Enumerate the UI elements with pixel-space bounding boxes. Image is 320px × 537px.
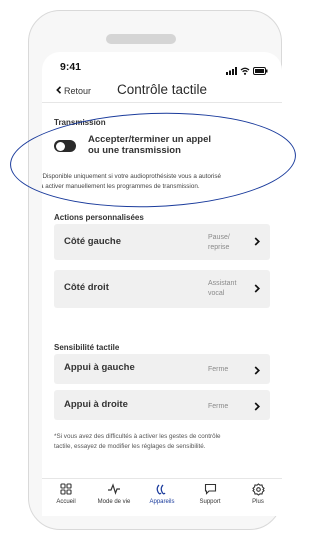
transmission-toggle[interactable]	[54, 140, 76, 152]
transmission-note: *Disponible uniquement si votre audiopro…	[42, 172, 282, 192]
right-side-value: Assistant vocal	[208, 279, 236, 299]
left-side-title: Côté gauche	[64, 236, 122, 247]
transmission-note-line1: *Disponible uniquement si votre audiopro…	[42, 173, 221, 180]
settings-icon	[234, 483, 282, 497]
app-screen: 9:41 Contrôle tactile Retour Transmissio…	[42, 52, 282, 516]
chevron-left-icon	[56, 86, 62, 96]
left-side-value-line2: reprise	[208, 244, 230, 251]
right-side-value-line2: vocal	[208, 290, 225, 297]
toggle-label-line2: ou une transmission	[88, 145, 181, 156]
left-side-action-row[interactable]: Côté gauche Pause/ reprise	[54, 224, 270, 260]
signal-icon	[226, 62, 237, 80]
status-time: 9:41	[60, 61, 82, 73]
left-side-value: Pause/ reprise	[208, 233, 230, 253]
right-tap-title: Appui à droite	[64, 399, 128, 410]
transmission-toggle-row: Accepter/terminer un appel ou une transm…	[54, 134, 274, 164]
right-tap-sensitivity-row[interactable]: Appui à droite Ferme	[54, 390, 270, 420]
status-icons	[226, 62, 268, 80]
chevron-right-icon	[254, 366, 261, 378]
right-side-value-line1: Assistant	[208, 280, 237, 287]
chat-icon	[186, 483, 234, 497]
tab-mode-de-vie[interactable]: Mode de vie	[90, 483, 138, 505]
hearing-aid-icon	[138, 483, 186, 497]
left-tap-title: Appui à gauche	[64, 362, 135, 373]
tab-plus[interactable]: Plus	[234, 483, 282, 505]
chevron-right-icon	[254, 237, 261, 249]
grid-icon	[42, 483, 90, 497]
chevron-right-icon	[254, 284, 261, 296]
back-label: Retour	[64, 86, 92, 96]
tab-appareils[interactable]: Appareils	[138, 483, 186, 505]
sensitivity-note-line2: tactile, essayez de modifier les réglage…	[54, 443, 206, 450]
right-side-title: Côté droit	[64, 282, 109, 293]
custom-actions-section-label: Actions personnalisées	[54, 213, 144, 222]
sensitivity-section-label: Sensibilité tactile	[54, 343, 120, 352]
bottom-tab-bar: Accueil Mode de vie Appareils Support Pl…	[42, 478, 282, 516]
nav-bar: Contrôle tactile Retour	[42, 80, 282, 103]
toggle-label-line1: Accepter/terminer un appel	[88, 134, 212, 145]
left-side-value-line1: Pause/	[208, 234, 230, 241]
chevron-right-icon	[254, 402, 261, 414]
battery-icon	[253, 62, 268, 80]
tab-label: Plus	[252, 499, 264, 505]
tab-accueil[interactable]: Accueil	[42, 483, 90, 505]
tab-label: Mode de vie	[97, 499, 131, 505]
tab-label: Support	[199, 499, 221, 505]
left-tap-value: Ferme	[208, 366, 229, 373]
status-bar: 9:41	[42, 52, 282, 76]
transmission-note-line2: à activer manuellement les programmes de…	[42, 183, 200, 190]
tab-label: Accueil	[56, 499, 76, 505]
phone-speaker-notch	[106, 34, 176, 44]
left-tap-sensitivity-row[interactable]: Appui à gauche Ferme	[54, 354, 270, 384]
transmission-section-label: Transmission	[54, 118, 106, 127]
right-side-action-row[interactable]: Côté droit Assistant vocal	[54, 270, 270, 308]
tab-support[interactable]: Support	[186, 483, 234, 505]
tab-label: Appareils	[149, 499, 175, 505]
sensitivity-note: *Si vous avez des difficultés à activer …	[54, 432, 280, 452]
back-button[interactable]: Retour	[56, 86, 91, 96]
activity-icon	[90, 483, 138, 497]
right-tap-value: Ferme	[208, 403, 229, 410]
toggle-knob	[55, 141, 65, 151]
transmission-toggle-label: Accepter/terminer un appel ou une transm…	[88, 134, 268, 156]
wifi-icon	[240, 62, 250, 80]
sensitivity-note-line1: *Si vous avez des difficultés à activer …	[54, 433, 221, 440]
